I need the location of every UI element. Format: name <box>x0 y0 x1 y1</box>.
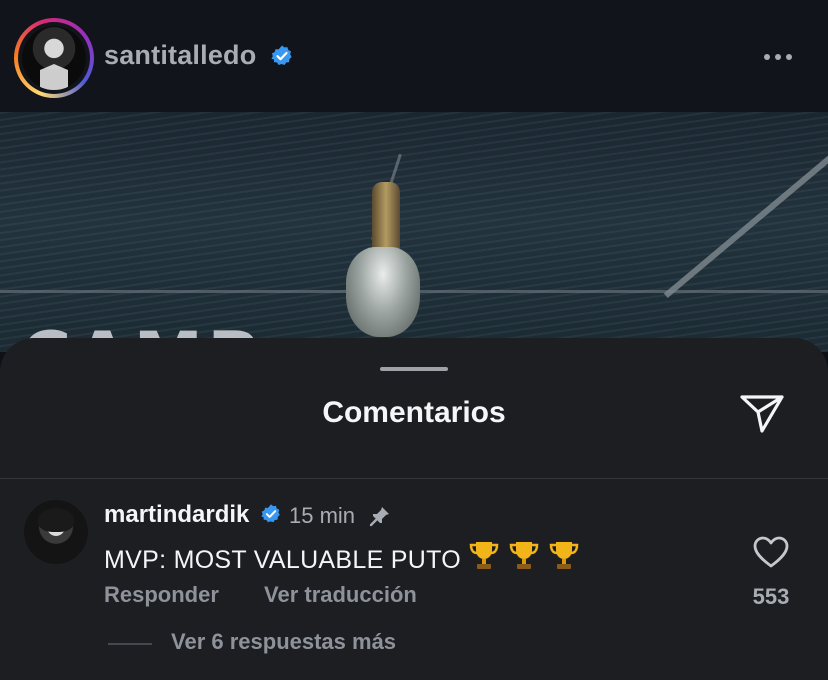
trophy-icon <box>509 542 539 569</box>
post-author-username[interactable]: santitalledo <box>104 40 256 71</box>
like-count: 553 <box>752 584 790 609</box>
comment-author-avatar[interactable] <box>24 500 88 564</box>
trophy-icon <box>469 542 499 569</box>
more-horizontal-icon[interactable] <box>764 50 804 64</box>
comment-text: MVP: MOST VALUABLE PUTO <box>104 538 581 575</box>
post-image: CAMP <box>0 112 828 352</box>
reply-button[interactable]: Responder <box>104 582 219 608</box>
pin-icon <box>368 504 392 528</box>
sheet-divider <box>0 478 828 479</box>
verified-badge-icon <box>270 44 294 73</box>
trophy-icon <box>549 542 579 569</box>
post-author-avatar[interactable] <box>14 18 94 98</box>
comments-sheet: Comentarios martindardik 15 min MVP: MOS… <box>0 338 828 680</box>
comment-timestamp: 15 min <box>289 503 356 528</box>
sheet-grabber[interactable] <box>380 367 448 371</box>
heart-icon[interactable] <box>752 535 790 569</box>
sheet-title: Comentarios <box>322 396 506 429</box>
send-icon[interactable] <box>738 392 786 436</box>
comment-author-username[interactable]: martindardik <box>104 501 249 529</box>
see-translation-button[interactable]: Ver traducción <box>264 582 417 608</box>
replies-divider-line <box>108 643 152 645</box>
view-replies-button[interactable]: Ver 6 respuestas más <box>171 629 396 655</box>
comment-body: MVP: MOST VALUABLE PUTO <box>104 546 461 574</box>
trophy-emojis <box>467 538 581 572</box>
post-header: santitalledo <box>0 0 828 112</box>
verified-badge-icon <box>260 503 282 530</box>
